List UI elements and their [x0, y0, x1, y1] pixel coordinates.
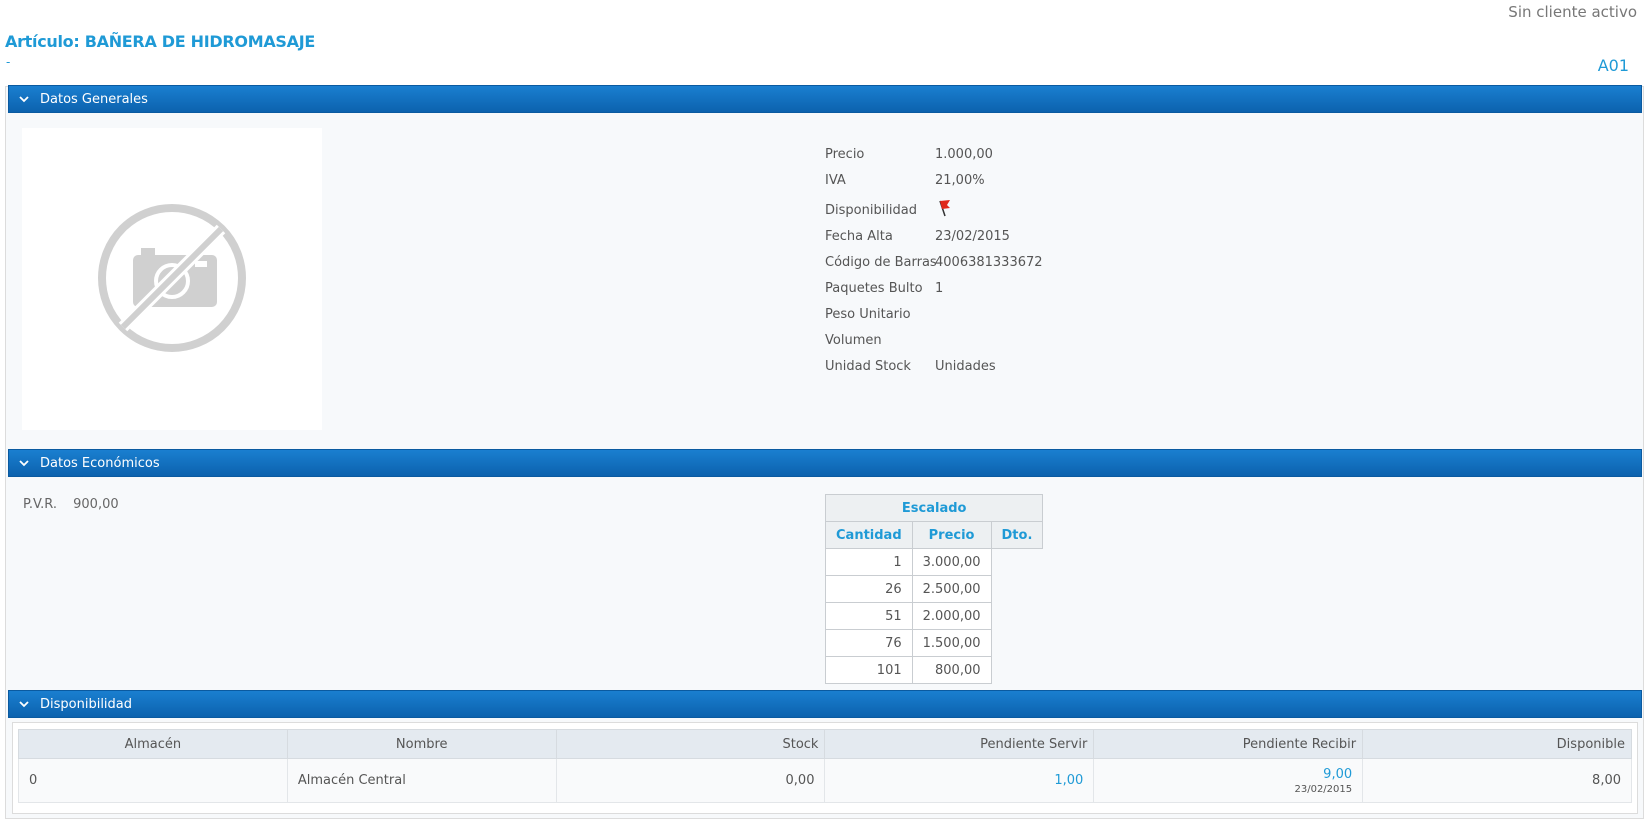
prop-label: Código de Barras	[825, 255, 937, 270]
prop-label: Disponibilidad	[825, 203, 918, 218]
pendiente-servir-link[interactable]: 1,00	[1054, 773, 1083, 788]
escalado-dto	[991, 630, 1043, 657]
escalado-precio: 3.000,00	[911, 548, 992, 576]
escalado-precio: 2.500,00	[911, 575, 992, 603]
table-row: 51 2.000,00	[825, 602, 1043, 630]
availability-flag	[935, 199, 951, 221]
escalado-cantidad: 51	[825, 602, 913, 630]
table-row: 1 3.000,00	[825, 548, 1043, 576]
prop-value: 1.000,00	[935, 147, 993, 162]
product-photo	[22, 128, 322, 430]
col-disponible[interactable]: Disponible	[1362, 729, 1632, 759]
escalado-precio: 1.500,00	[911, 629, 992, 657]
escalado-title: Escalado	[824, 494, 1044, 522]
cell-nombre: Almacén Central	[286, 758, 557, 803]
availability-panel: Almacén Nombre Stock Pendiente Servir Pe…	[12, 722, 1638, 814]
cell-pendiente-servir: 1,00	[824, 758, 1095, 803]
escalado-cantidad: 101	[825, 656, 913, 684]
escalado-table: Escalado Cantidad Precio Dto. 1 3.000,00…	[824, 494, 1044, 684]
escalado-header-precio: Precio	[911, 521, 992, 549]
pvr-value: 900,00	[73, 497, 119, 512]
cell-stock: 0,00	[555, 758, 826, 803]
cell-almacen: 0	[18, 758, 288, 803]
escalado-precio: 800,00	[911, 656, 992, 684]
prop-label: Precio	[825, 147, 865, 162]
section-header-datos-generales[interactable]: Datos Generales	[8, 85, 1642, 113]
prop-label: Paquetes Bulto	[825, 281, 923, 296]
section-title: Disponibilidad	[40, 696, 133, 712]
prop-label: IVA	[825, 173, 846, 188]
col-pendiente-recibir[interactable]: Pendiente Recibir	[1093, 729, 1364, 759]
table-row: 0 Almacén Central 0,00 1,00 9,00 23/02/2…	[18, 758, 1632, 803]
prop-label: Unidad Stock	[825, 359, 911, 374]
page-subtitle: -	[6, 55, 11, 69]
no-photo-icon	[98, 204, 246, 352]
col-nombre[interactable]: Nombre	[286, 729, 557, 759]
prop-value: Unidades	[935, 359, 996, 374]
availability-table: Almacén Nombre Stock Pendiente Servir Pe…	[18, 729, 1632, 803]
table-row: 76 1.500,00	[825, 629, 1043, 657]
pendiente-recibir-link[interactable]: 9,00	[1323, 767, 1352, 782]
col-stock[interactable]: Stock	[555, 729, 826, 759]
pvr: P.V.R. 900,00	[23, 497, 119, 512]
escalado-dto	[991, 657, 1043, 684]
page-title: Artículo: BAÑERA DE HIDROMASAJE	[5, 32, 316, 51]
prop-value: 21,00%	[935, 173, 985, 188]
prop-label: Volumen	[825, 333, 882, 348]
chevron-down-icon	[19, 460, 29, 467]
table-row: 26 2.500,00	[825, 575, 1043, 603]
prop-value: 4006381333672	[935, 255, 1043, 270]
top-status: Sin cliente activo	[1508, 3, 1637, 21]
chevron-down-icon	[19, 701, 29, 708]
escalado-cantidad: 1	[825, 548, 913, 576]
escalado-cantidad: 76	[825, 629, 913, 657]
escalado-dto	[991, 549, 1043, 576]
table-row: 101 800,00	[825, 656, 1043, 684]
escalado-cantidad: 26	[825, 575, 913, 603]
section-header-datos-economicos[interactable]: Datos Económicos	[8, 449, 1642, 477]
pvr-label: P.V.R.	[23, 497, 57, 512]
prop-label: Peso Unitario	[825, 307, 911, 322]
pendiente-recibir-date: 23/02/2015	[1294, 783, 1353, 795]
prop-label: Fecha Alta	[825, 229, 893, 244]
chevron-down-icon	[19, 96, 29, 103]
col-almacen[interactable]: Almacén	[18, 729, 288, 759]
flag-icon	[939, 200, 950, 217]
col-pendiente-servir[interactable]: Pendiente Servir	[824, 729, 1095, 759]
prop-value: 23/02/2015	[935, 229, 1010, 244]
article-code: A01	[1597, 56, 1629, 75]
escalado-header-cantidad: Cantidad	[825, 521, 913, 549]
escalado-header-dto: Dto.	[990, 521, 1044, 549]
prop-value: 1	[935, 281, 944, 296]
section-title: Datos Económicos	[40, 455, 160, 471]
escalado-precio: 2.000,00	[911, 602, 992, 630]
cell-disponible: 8,00	[1362, 758, 1632, 803]
section-title: Datos Generales	[40, 91, 148, 107]
escalado-dto	[991, 576, 1043, 603]
cell-pendiente-recibir: 9,00 23/02/2015	[1093, 758, 1364, 803]
section-header-disponibilidad[interactable]: Disponibilidad	[8, 690, 1642, 718]
escalado-dto	[991, 603, 1043, 630]
